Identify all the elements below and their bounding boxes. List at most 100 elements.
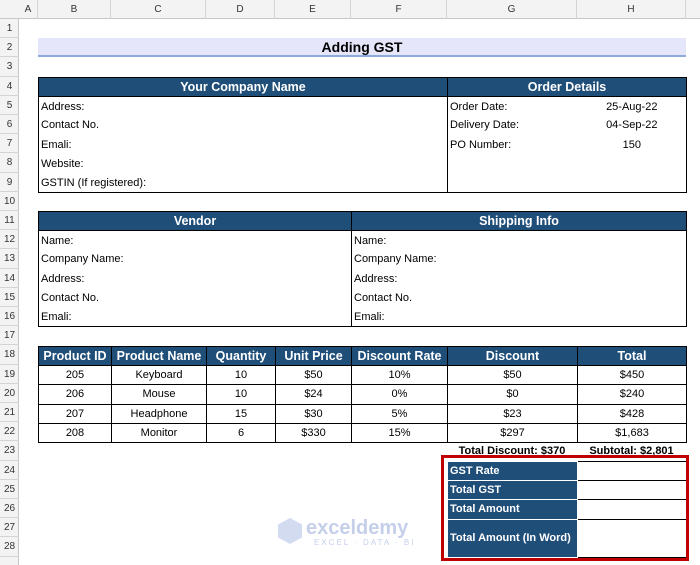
- vendor-field[interactable]: Contact No.: [38, 288, 352, 308]
- company-field[interactable]: Website:: [38, 154, 448, 174]
- column-header-f[interactable]: F: [351, 0, 447, 19]
- product-cell[interactable]: Keyboard: [111, 365, 207, 386]
- row-header[interactable]: 21: [0, 403, 19, 423]
- product-cell[interactable]: $297: [447, 422, 578, 443]
- row-header[interactable]: 6: [0, 115, 19, 135]
- product-cell[interactable]: 15: [206, 403, 276, 424]
- row-header[interactable]: 16: [0, 307, 19, 327]
- product-column-header: Discount: [447, 345, 578, 367]
- row-header[interactable]: 4: [0, 77, 19, 96]
- product-cell[interactable]: 208: [38, 422, 112, 443]
- row-header[interactable]: 27: [0, 518, 19, 538]
- column-header-g[interactable]: G: [447, 0, 577, 19]
- row-header[interactable]: 2: [0, 38, 19, 58]
- delivery-date-value[interactable]: 04-Sep-22: [577, 115, 688, 136]
- company-field[interactable]: Address:: [38, 96, 448, 116]
- product-cell[interactable]: 206: [38, 384, 112, 405]
- shipping-field[interactable]: Contact No.: [351, 288, 687, 308]
- row-header[interactable]: 11: [0, 211, 19, 231]
- po-number-value[interactable]: 150: [577, 135, 688, 155]
- product-cell[interactable]: 10%: [351, 365, 448, 386]
- product-column-header: Unit Price: [275, 345, 352, 367]
- row-header[interactable]: 8: [0, 153, 19, 173]
- shipping-field[interactable]: Address:: [351, 269, 687, 289]
- exceldemy-logo-icon: [278, 518, 302, 544]
- column-header-c[interactable]: C: [111, 0, 206, 19]
- row-header[interactable]: 15: [0, 288, 19, 307]
- product-cell[interactable]: 5%: [351, 403, 448, 424]
- product-cell[interactable]: 207: [38, 403, 112, 424]
- product-cell[interactable]: $330: [275, 422, 352, 443]
- row-header[interactable]: 9: [0, 173, 19, 192]
- product-cell[interactable]: $30: [275, 403, 352, 424]
- product-cell[interactable]: $23: [447, 403, 578, 424]
- row-header[interactable]: 20: [0, 384, 19, 403]
- product-cell[interactable]: 15%: [351, 422, 448, 443]
- company-field[interactable]: Emali:: [38, 135, 448, 155]
- product-cell[interactable]: Mouse: [111, 384, 207, 405]
- table-row: 207 Headphone 15 $30 5% $23 $428: [38, 403, 687, 424]
- product-cell[interactable]: $50: [447, 365, 578, 386]
- empty-cell: [446, 154, 688, 174]
- row-header[interactable]: 10: [0, 192, 19, 211]
- column-header-d[interactable]: D: [206, 0, 275, 19]
- vendor-field[interactable]: Emali:: [38, 307, 352, 328]
- product-cell[interactable]: Headphone: [111, 403, 207, 424]
- row-header[interactable]: 23: [0, 441, 19, 461]
- table-row: 208 Monitor 6 $330 15% $297 $1,683: [38, 422, 687, 443]
- shipping-field[interactable]: Name:: [351, 230, 687, 250]
- product-column-header: Discount Rate: [351, 345, 448, 367]
- product-cell[interactable]: Monitor: [111, 422, 207, 443]
- company-field[interactable]: Contact No.: [38, 115, 448, 136]
- vendor-field[interactable]: Name:: [38, 230, 352, 250]
- product-cell[interactable]: 10: [206, 365, 276, 386]
- product-cell[interactable]: 0%: [351, 384, 448, 405]
- product-cell[interactable]: $428: [577, 403, 687, 424]
- vendor-shipping-table: Vendor Shipping Info Name: Name: Company N…: [38, 210, 687, 328]
- order-header: Order Details: [446, 76, 688, 98]
- product-cell[interactable]: $50: [275, 365, 352, 386]
- row-header[interactable]: 25: [0, 480, 19, 499]
- empty-cell: [446, 173, 688, 194]
- company-order-table: Your Company Name Order Details Address: O…: [38, 76, 688, 194]
- product-cell[interactable]: 6: [206, 422, 276, 443]
- row-header[interactable]: 14: [0, 269, 19, 288]
- row-header[interactable]: 7: [0, 134, 19, 154]
- shipping-header: Shipping Info: [351, 210, 687, 232]
- vendor-field[interactable]: Company Name:: [38, 249, 352, 270]
- product-cell[interactable]: $240: [577, 384, 687, 405]
- product-cell[interactable]: $1,683: [577, 422, 687, 443]
- company-field[interactable]: GSTIN (If registered):: [38, 173, 448, 194]
- row-header[interactable]: 13: [0, 249, 19, 269]
- product-cell[interactable]: $0: [447, 384, 578, 405]
- shipping-field[interactable]: Company Name:: [351, 249, 687, 270]
- row-headers: 1 2 3 4 5 6 7 8 9 10 11 12 13 14 15 16 17 18 19 20 21 22 23 24 2…: [0, 19, 19, 565]
- row-header[interactable]: 28: [0, 537, 19, 557]
- row-header[interactable]: 1: [0, 19, 19, 39]
- row-header[interactable]: 17: [0, 326, 19, 346]
- row-header[interactable]: 5: [0, 96, 19, 115]
- product-cell[interactable]: 205: [38, 365, 112, 386]
- shipping-field[interactable]: Emali:: [351, 307, 687, 328]
- column-header-b[interactable]: B: [38, 0, 111, 19]
- product-cell[interactable]: 10: [206, 384, 276, 405]
- row-header[interactable]: 3: [0, 57, 19, 77]
- column-header-a[interactable]: A: [19, 0, 38, 19]
- row-header[interactable]: 12: [0, 230, 19, 250]
- watermark: exceldemy EXCEL · DATA · BI: [278, 518, 415, 547]
- column-header-e[interactable]: E: [275, 0, 351, 19]
- order-label: Order Date:: [447, 96, 578, 116]
- table-row: 205 Keyboard 10 $50 10% $50 $450: [38, 365, 687, 386]
- row-header[interactable]: 22: [0, 422, 19, 442]
- order-date-value[interactable]: 25-Aug-22: [577, 96, 688, 116]
- product-cell[interactable]: $24: [275, 384, 352, 405]
- row-header[interactable]: 26: [0, 499, 19, 519]
- row-header[interactable]: 19: [0, 365, 19, 384]
- row-header[interactable]: 24: [0, 461, 19, 480]
- column-headers: A B C D E F G H: [0, 0, 700, 19]
- vendor-field[interactable]: Address:: [38, 269, 352, 289]
- column-header-h[interactable]: H: [577, 0, 686, 19]
- product-cell[interactable]: $450: [577, 365, 687, 386]
- watermark-tagline: EXCEL · DATA · BI: [314, 538, 416, 547]
- row-header[interactable]: 18: [0, 345, 19, 365]
